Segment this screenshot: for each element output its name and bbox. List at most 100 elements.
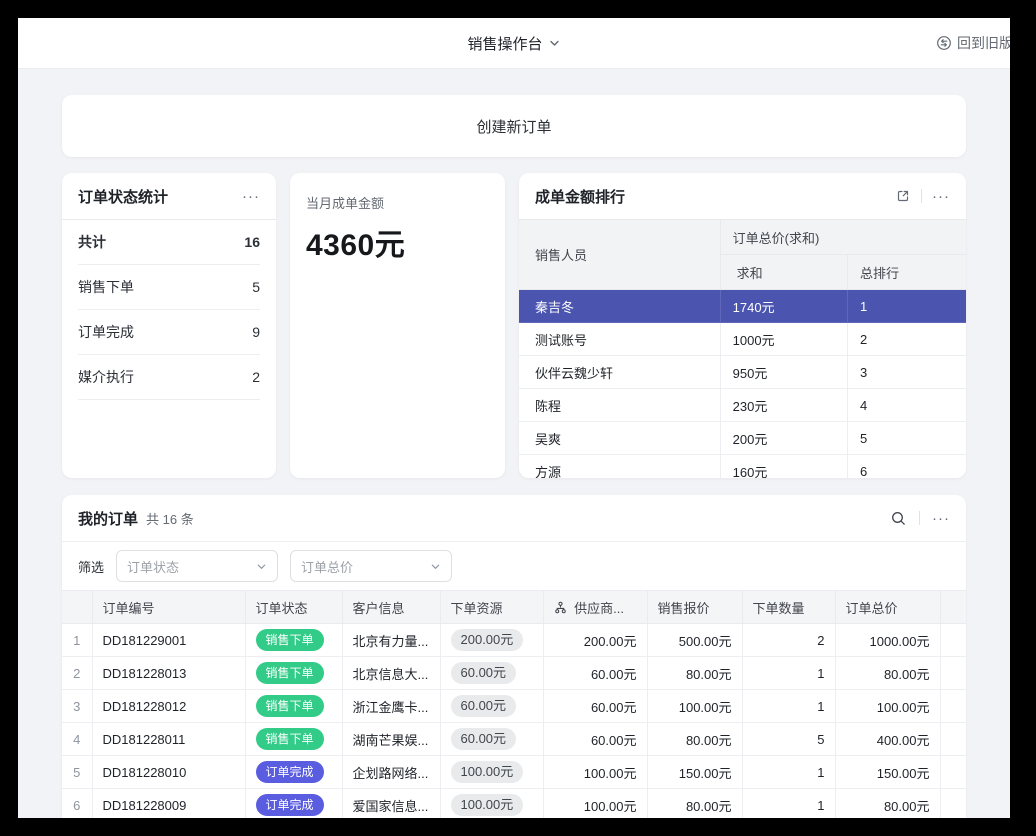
- order-row-number: 1: [62, 624, 92, 657]
- order-status-card: 订单状态统计 ··· 共计16销售下单5订单完成9媒介执行2: [62, 173, 276, 478]
- col-quote[interactable]: 销售报价: [647, 591, 742, 624]
- resource-badge: 200.00元: [451, 629, 524, 651]
- more-menu-icon[interactable]: ···: [242, 189, 260, 204]
- supplier-cell: 60.00元: [543, 723, 647, 756]
- order-id-cell: DD181228013: [92, 657, 245, 690]
- order-id-cell: DD181228010: [92, 756, 245, 789]
- ranking-card: 成单金额排行 ··· 销售人员: [519, 173, 966, 478]
- order-status-cell: 销售下单: [245, 723, 342, 756]
- resource-cell: 60.00元: [440, 657, 543, 690]
- ranking-row[interactable]: 秦吉冬1740元1: [519, 290, 966, 323]
- stub-cell: [940, 624, 966, 657]
- order-row[interactable]: 5DD181228010订单完成企划路网络...100.00元100.00元15…: [62, 756, 966, 789]
- create-order-label: 创建新订单: [476, 116, 551, 137]
- more-menu-icon[interactable]: ···: [932, 511, 950, 526]
- ranking-sum: 230元: [720, 389, 847, 422]
- status-badge: 销售下单: [256, 728, 324, 750]
- ranking-row[interactable]: 方源160元6: [519, 455, 966, 479]
- orders-table: 订单编号 订单状态 客户信息 下单资源 供应商...: [62, 590, 966, 818]
- ranking-row[interactable]: 陈程230元4: [519, 389, 966, 422]
- month-amount-card: 当月成单金额 4360元: [290, 173, 505, 478]
- ranking-person: 秦吉冬: [519, 290, 720, 323]
- ranking-row[interactable]: 测试账号1000元2: [519, 323, 966, 356]
- ranking-rank: 2: [848, 323, 966, 356]
- ranking-col-rank[interactable]: 总排行: [848, 255, 966, 290]
- expand-icon[interactable]: [895, 188, 911, 204]
- status-row-label: 共计: [78, 232, 106, 252]
- quote-cell: 80.00元: [647, 789, 742, 819]
- quote-cell: 80.00元: [647, 723, 742, 756]
- quantity-cell: 1: [742, 690, 835, 723]
- status-row[interactable]: 销售下单5: [78, 265, 260, 310]
- ranking-sum: 200元: [720, 422, 847, 455]
- order-status-list: 共计16销售下单5订单完成9媒介执行2: [62, 219, 276, 400]
- col-client-info[interactable]: 客户信息: [342, 591, 440, 624]
- order-status-cell: 销售下单: [245, 690, 342, 723]
- search-icon[interactable]: [890, 510, 907, 527]
- back-to-old-label: 回到旧版: [957, 33, 1010, 53]
- client-info-cell: 企划路网络...: [342, 756, 440, 789]
- status-row-label: 订单完成: [78, 322, 134, 342]
- status-row[interactable]: 共计16: [78, 220, 260, 265]
- order-row-number: 4: [62, 723, 92, 756]
- quantity-cell: 5: [742, 723, 835, 756]
- page-title-dropdown[interactable]: 销售操作台: [467, 18, 560, 68]
- revert-icon: [936, 35, 952, 51]
- stats-row: 订单状态统计 ··· 共计16销售下单5订单完成9媒介执行2 当月成单金额 43…: [62, 173, 966, 478]
- order-row[interactable]: 2DD181228013销售下单北京信息大...60.00元60.00元80.0…: [62, 657, 966, 690]
- ranking-table: 销售人员 订单总价(求和) 求和 总排行 秦吉冬1740元1测试账号1000元2…: [519, 219, 966, 478]
- create-order-button[interactable]: 创建新订单: [62, 95, 966, 157]
- status-row[interactable]: 媒介执行2: [78, 355, 260, 400]
- ranking-row[interactable]: 吴爽200元5: [519, 422, 966, 455]
- ranking-person: 方源: [519, 455, 720, 479]
- col-supplier[interactable]: 供应商...: [543, 591, 647, 624]
- order-row[interactable]: 3DD181228012销售下单浙江金鹰卡...60.00元60.00元100.…: [62, 690, 966, 723]
- quantity-cell: 1: [742, 657, 835, 690]
- filter-order-status[interactable]: 订单状态: [116, 550, 278, 582]
- resource-badge: 60.00元: [451, 662, 517, 684]
- filter-order-total[interactable]: 订单总价: [290, 550, 452, 582]
- order-row[interactable]: 6DD181228009订单完成爱国家信息...100.00元100.00元80…: [62, 789, 966, 819]
- ranking-col-group[interactable]: 订单总价(求和): [720, 220, 966, 255]
- supplier-cell: 100.00元: [543, 789, 647, 819]
- org-chart-icon: [554, 601, 567, 614]
- ranking-person: 陈程: [519, 389, 720, 422]
- ranking-row[interactable]: 伙伴云魏少轩950元3: [519, 356, 966, 389]
- col-quantity[interactable]: 下单数量: [742, 591, 835, 624]
- dashboard-main: 创建新订单 订单状态统计 ··· 共计16销售下单5订单完成9媒介执行2 当月成…: [18, 95, 1010, 818]
- resource-cell: 60.00元: [440, 690, 543, 723]
- divider: [921, 189, 922, 203]
- col-order-status[interactable]: 订单状态: [245, 591, 342, 624]
- status-row[interactable]: 订单完成9: [78, 310, 260, 355]
- col-total[interactable]: 订单总价: [835, 591, 940, 624]
- chevron-down-icon: [256, 561, 267, 572]
- quantity-cell: 2: [742, 624, 835, 657]
- col-resource[interactable]: 下单资源: [440, 591, 543, 624]
- col-order-id[interactable]: 订单编号: [92, 591, 245, 624]
- status-badge: 订单完成: [256, 794, 324, 816]
- supplier-cell: 100.00元: [543, 756, 647, 789]
- ranking-sum: 160元: [720, 455, 847, 479]
- supplier-cell: 60.00元: [543, 690, 647, 723]
- resource-cell: 200.00元: [440, 624, 543, 657]
- status-row-label: 销售下单: [78, 277, 134, 297]
- client-info-cell: 爱国家信息...: [342, 789, 440, 819]
- page-title: 销售操作台: [467, 33, 542, 54]
- order-row[interactable]: 1DD181229001销售下单北京有力量...200.00元200.00元50…: [62, 624, 966, 657]
- back-to-old-button[interactable]: 回到旧版: [936, 18, 1010, 68]
- order-status-cell: 销售下单: [245, 624, 342, 657]
- filter-order-total-placeholder: 订单总价: [301, 557, 353, 576]
- quantity-cell: 1: [742, 789, 835, 819]
- col-supplier-label: 供应商...: [574, 601, 624, 616]
- order-id-cell: DD181229001: [92, 624, 245, 657]
- resource-cell: 60.00元: [440, 723, 543, 756]
- order-row-number: 6: [62, 789, 92, 819]
- ranking-col-sum[interactable]: 求和: [720, 255, 847, 290]
- stub-cell: [940, 789, 966, 819]
- order-row[interactable]: 4DD181228011销售下单湖南芒果娱...60.00元60.00元80.0…: [62, 723, 966, 756]
- total-cell: 1000.00元: [835, 624, 940, 657]
- more-menu-icon[interactable]: ···: [932, 189, 950, 204]
- status-badge: 销售下单: [256, 662, 324, 684]
- resource-cell: 100.00元: [440, 756, 543, 789]
- ranking-col-person[interactable]: 销售人员: [519, 220, 720, 290]
